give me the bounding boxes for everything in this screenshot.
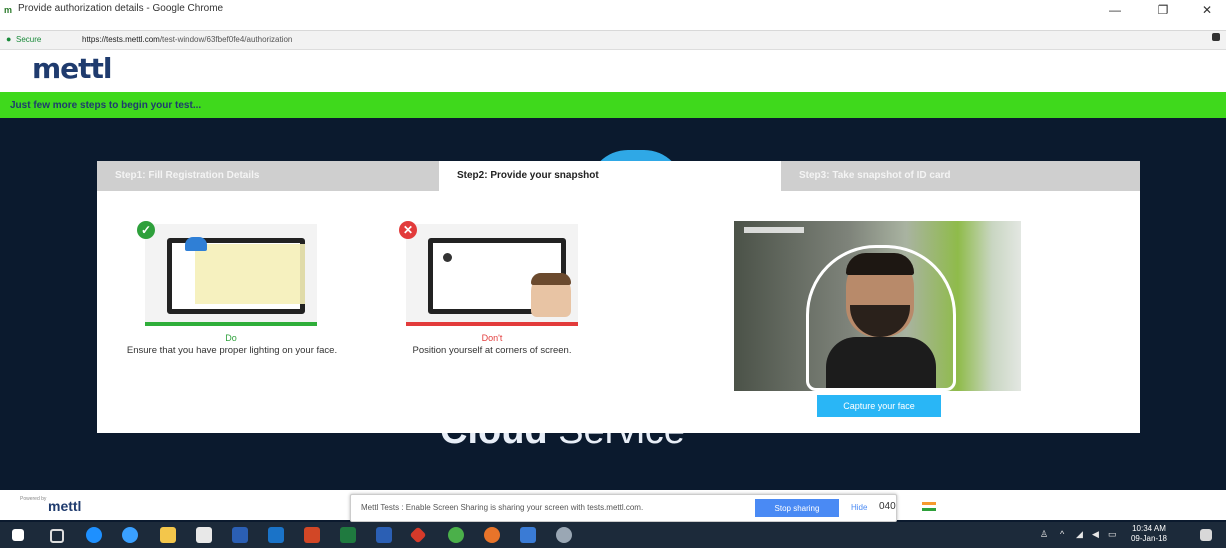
secure-label: Secure bbox=[16, 35, 42, 44]
git-icon[interactable] bbox=[409, 526, 427, 544]
extension-icon[interactable] bbox=[1212, 33, 1220, 41]
monitor-icon bbox=[428, 238, 571, 317]
chrome-icon[interactable] bbox=[448, 527, 464, 543]
do-label: Do bbox=[225, 333, 237, 343]
onenote-icon[interactable] bbox=[376, 527, 392, 543]
clock-time: 10:34 AM bbox=[1132, 524, 1166, 533]
outlook-icon[interactable] bbox=[268, 527, 284, 543]
tool-icon[interactable] bbox=[556, 527, 572, 543]
face-outline-guide bbox=[806, 245, 956, 391]
url-text[interactable]: https://tests.mettl.com/test-window/63fb… bbox=[82, 35, 292, 44]
firefox-icon[interactable] bbox=[484, 527, 500, 543]
dont-illustration bbox=[406, 224, 578, 326]
ie-icon[interactable] bbox=[122, 527, 138, 543]
sharing-message: Mettl Tests : Enable Screen Sharing is s… bbox=[361, 503, 644, 512]
browser-titlebar: m Provide authorization details - Google… bbox=[0, 0, 1226, 31]
task-view-icon[interactable] bbox=[50, 529, 64, 543]
step-tabs: Step1: Fill Registration Details Step2: … bbox=[97, 161, 1140, 191]
site-header: mettl bbox=[0, 50, 1226, 92]
powered-by: Powered by mettl bbox=[20, 496, 81, 514]
windows-taskbar: ♙ ^ ◢ ◀ ▭ 10:34 AM 09-Jan-18 bbox=[0, 522, 1226, 548]
address-bar[interactable]: ● Secure https://tests.mettl.com/test-wi… bbox=[0, 31, 1226, 50]
face-icon bbox=[531, 273, 571, 317]
cross-icon: ✕ bbox=[399, 221, 417, 239]
lock-icon: ● bbox=[6, 34, 12, 44]
capture-face-button[interactable]: Capture your face bbox=[817, 395, 941, 417]
store-icon[interactable] bbox=[196, 527, 212, 543]
hide-link[interactable]: Hide bbox=[851, 503, 867, 512]
window-title: Provide authorization details - Google C… bbox=[18, 3, 224, 14]
tab-step3[interactable]: Step3: Take snapshot of ID card bbox=[781, 161, 1140, 191]
mettl-logo: mettl bbox=[32, 52, 113, 85]
do-text: Ensure that you have proper lighting on … bbox=[126, 345, 338, 356]
lamp-icon bbox=[185, 237, 207, 251]
webcam-preview bbox=[734, 221, 1021, 391]
number-text: 040 bbox=[879, 501, 896, 512]
minimize-button[interactable]: — bbox=[1100, 2, 1130, 18]
explorer-icon[interactable] bbox=[160, 527, 176, 543]
tab-step1[interactable]: Step1: Fill Registration Details bbox=[97, 161, 439, 191]
notification-icon[interactable] bbox=[1200, 529, 1212, 541]
dont-underline bbox=[406, 322, 578, 326]
do-underline bbox=[145, 322, 317, 326]
authorization-card: Step1: Fill Registration Details Step2: … bbox=[97, 161, 1140, 433]
tab-step2[interactable]: Step2: Provide your snapshot bbox=[439, 161, 781, 191]
check-icon: ✓ bbox=[137, 221, 155, 239]
do-illustration bbox=[145, 224, 317, 326]
favicon-icon: m bbox=[4, 5, 13, 15]
url-path: /test-window/63fbef0fe4/authorization bbox=[159, 35, 293, 44]
india-flag-icon bbox=[922, 502, 936, 511]
maximize-button[interactable]: ❐ bbox=[1148, 2, 1178, 18]
close-button[interactable]: ✕ bbox=[1192, 2, 1222, 18]
network-icon[interactable]: ▭ bbox=[1108, 529, 1117, 540]
clock-date: 09-Jan-18 bbox=[1130, 534, 1168, 543]
dont-label: Don't bbox=[481, 333, 503, 343]
powerpoint-icon[interactable] bbox=[304, 527, 320, 543]
banner-text: Just few more steps to begin your test..… bbox=[10, 100, 202, 111]
excel-icon[interactable] bbox=[340, 527, 356, 543]
powered-by-label: Powered by bbox=[20, 496, 47, 502]
url-host: https://tests.mettl.com bbox=[82, 35, 160, 44]
camera-dot-icon bbox=[443, 253, 452, 262]
stop-sharing-button[interactable]: Stop sharing bbox=[755, 499, 839, 517]
screen-sharing-bar: Mettl Tests : Enable Screen Sharing is s… bbox=[350, 494, 897, 522]
volume-icon[interactable]: ◀ bbox=[1092, 529, 1099, 540]
progress-banner: Just few more steps to begin your test..… bbox=[0, 92, 1226, 118]
wifi-icon[interactable]: ◢ bbox=[1076, 529, 1083, 540]
edge-icon[interactable] bbox=[86, 527, 102, 543]
footer-logo: mettl bbox=[48, 498, 82, 514]
dont-text: Position yourself at corners of screen. bbox=[412, 345, 572, 356]
word-icon[interactable] bbox=[232, 527, 248, 543]
clock[interactable]: 10:34 AM 09-Jan-18 bbox=[1127, 524, 1171, 544]
media-icon[interactable] bbox=[520, 527, 536, 543]
light-beam bbox=[195, 244, 305, 304]
windows-icon[interactable] bbox=[12, 529, 24, 541]
chevron-up-icon[interactable]: ^ bbox=[1060, 529, 1064, 539]
people-icon[interactable]: ♙ bbox=[1040, 529, 1048, 540]
